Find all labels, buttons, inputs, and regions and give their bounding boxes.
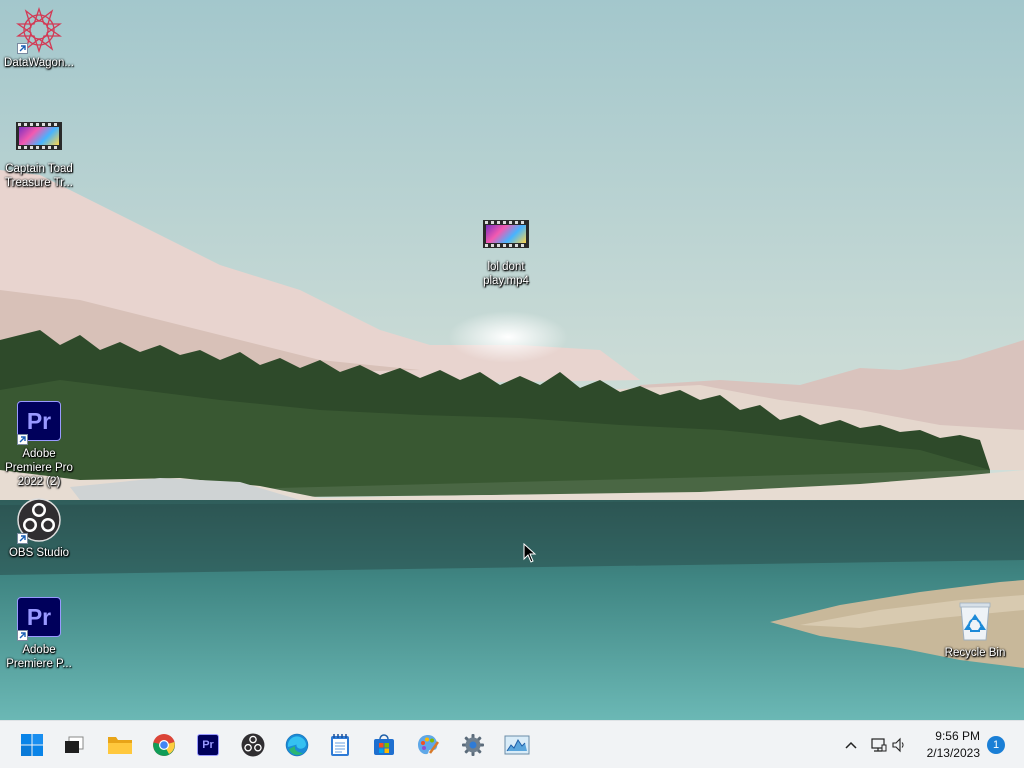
mouse-cursor-icon [523, 543, 537, 563]
desktop-icon-label: DataWagon... [4, 57, 74, 69]
desktop-icon-captain-toad[interactable]: Captain Toad Treasure Tr... [1, 112, 77, 190]
desktop: DataWagon... Captain Toad Treasure Tr...… [0, 0, 1024, 720]
network-icon [871, 738, 887, 752]
shortcut-arrow-icon [17, 630, 28, 641]
obs-icon [15, 496, 63, 544]
store-icon [374, 734, 394, 755]
datawagon-star-icon [15, 6, 63, 54]
premiere-pro-icon: Pr [15, 397, 63, 445]
taskbar-task-view-button[interactable] [58, 729, 90, 761]
recycle-bin-icon [951, 596, 999, 644]
taskbar-settings-button[interactable] [457, 729, 489, 761]
premiere-pro-icon: Pr [197, 734, 219, 756]
taskbar-notepad-button[interactable] [324, 729, 356, 761]
monitor-icon [504, 735, 530, 755]
edge-icon [285, 733, 309, 757]
desktop-icon-label: lol dont play.mp4 [483, 261, 529, 287]
taskbar-obs-button[interactable] [237, 729, 269, 761]
taskbar-resource-monitor-button[interactable] [501, 729, 533, 761]
shortcut-arrow-icon [17, 434, 28, 445]
taskbar-start-button[interactable] [16, 729, 48, 761]
desktop-icon-label: Adobe Premiere Pro 2022 (2) [5, 448, 73, 488]
desktop-icon-label: Adobe Premiere P... [6, 644, 72, 670]
chrome-icon [153, 734, 175, 756]
taskbar-edge-button[interactable] [281, 729, 313, 761]
tray-network-volume-button[interactable] [866, 729, 910, 761]
notepad-icon [331, 734, 349, 756]
taskbar-chrome-button[interactable] [148, 729, 180, 761]
taskbar-paint-button[interactable] [412, 729, 444, 761]
desktop-icon-obs-studio[interactable]: OBS Studio [1, 496, 77, 560]
obs-icon [241, 733, 265, 757]
taskbar-premiere-pro-button[interactable]: Pr [192, 729, 224, 761]
video-file-icon [482, 210, 530, 258]
folder-icon [108, 737, 132, 754]
taskbar-store-button[interactable] [368, 729, 400, 761]
desktop-icon-label: OBS Studio [8, 547, 70, 559]
desktop-icon-premiere-pro[interactable]: Pr Adobe Premiere P... [1, 593, 77, 671]
task-view-icon [65, 736, 84, 753]
video-file-icon [15, 112, 63, 160]
notification-badge[interactable]: 1 [987, 736, 1005, 754]
chevron-up-icon [845, 741, 857, 749]
desktop-icon-datawagon[interactable]: DataWagon... [1, 6, 77, 70]
volume-icon [892, 737, 904, 753]
desktop-icon-lol-dont-play[interactable]: lol dont play.mp4 [468, 210, 544, 288]
taskbar-file-explorer-button[interactable] [104, 729, 136, 761]
shortcut-arrow-icon [17, 533, 28, 544]
gear-icon [462, 734, 484, 756]
tray-time: 9:56 PM [935, 729, 980, 743]
taskbar: Pr 9:56 PM 2/13/2023 [0, 720, 1024, 768]
desktop-icon-label: Recycle Bin [944, 647, 1006, 659]
tray-date: 2/13/2023 [926, 746, 980, 760]
tray-clock[interactable]: 9:56 PM 2/13/2023 [918, 727, 982, 763]
desktop-icon-recycle-bin[interactable]: Recycle Bin [937, 596, 1013, 660]
desktop-icon-premiere-pro-2022[interactable]: Pr Adobe Premiere Pro 2022 (2) [1, 397, 77, 489]
windows-start-icon [21, 734, 43, 756]
premiere-pro-icon: Pr [15, 593, 63, 641]
paint-icon [418, 735, 440, 755]
desktop-icon-label: Captain Toad Treasure Tr... [5, 163, 73, 189]
shortcut-arrow-icon [17, 43, 28, 54]
tray-show-hidden-icons-button[interactable] [836, 729, 866, 761]
